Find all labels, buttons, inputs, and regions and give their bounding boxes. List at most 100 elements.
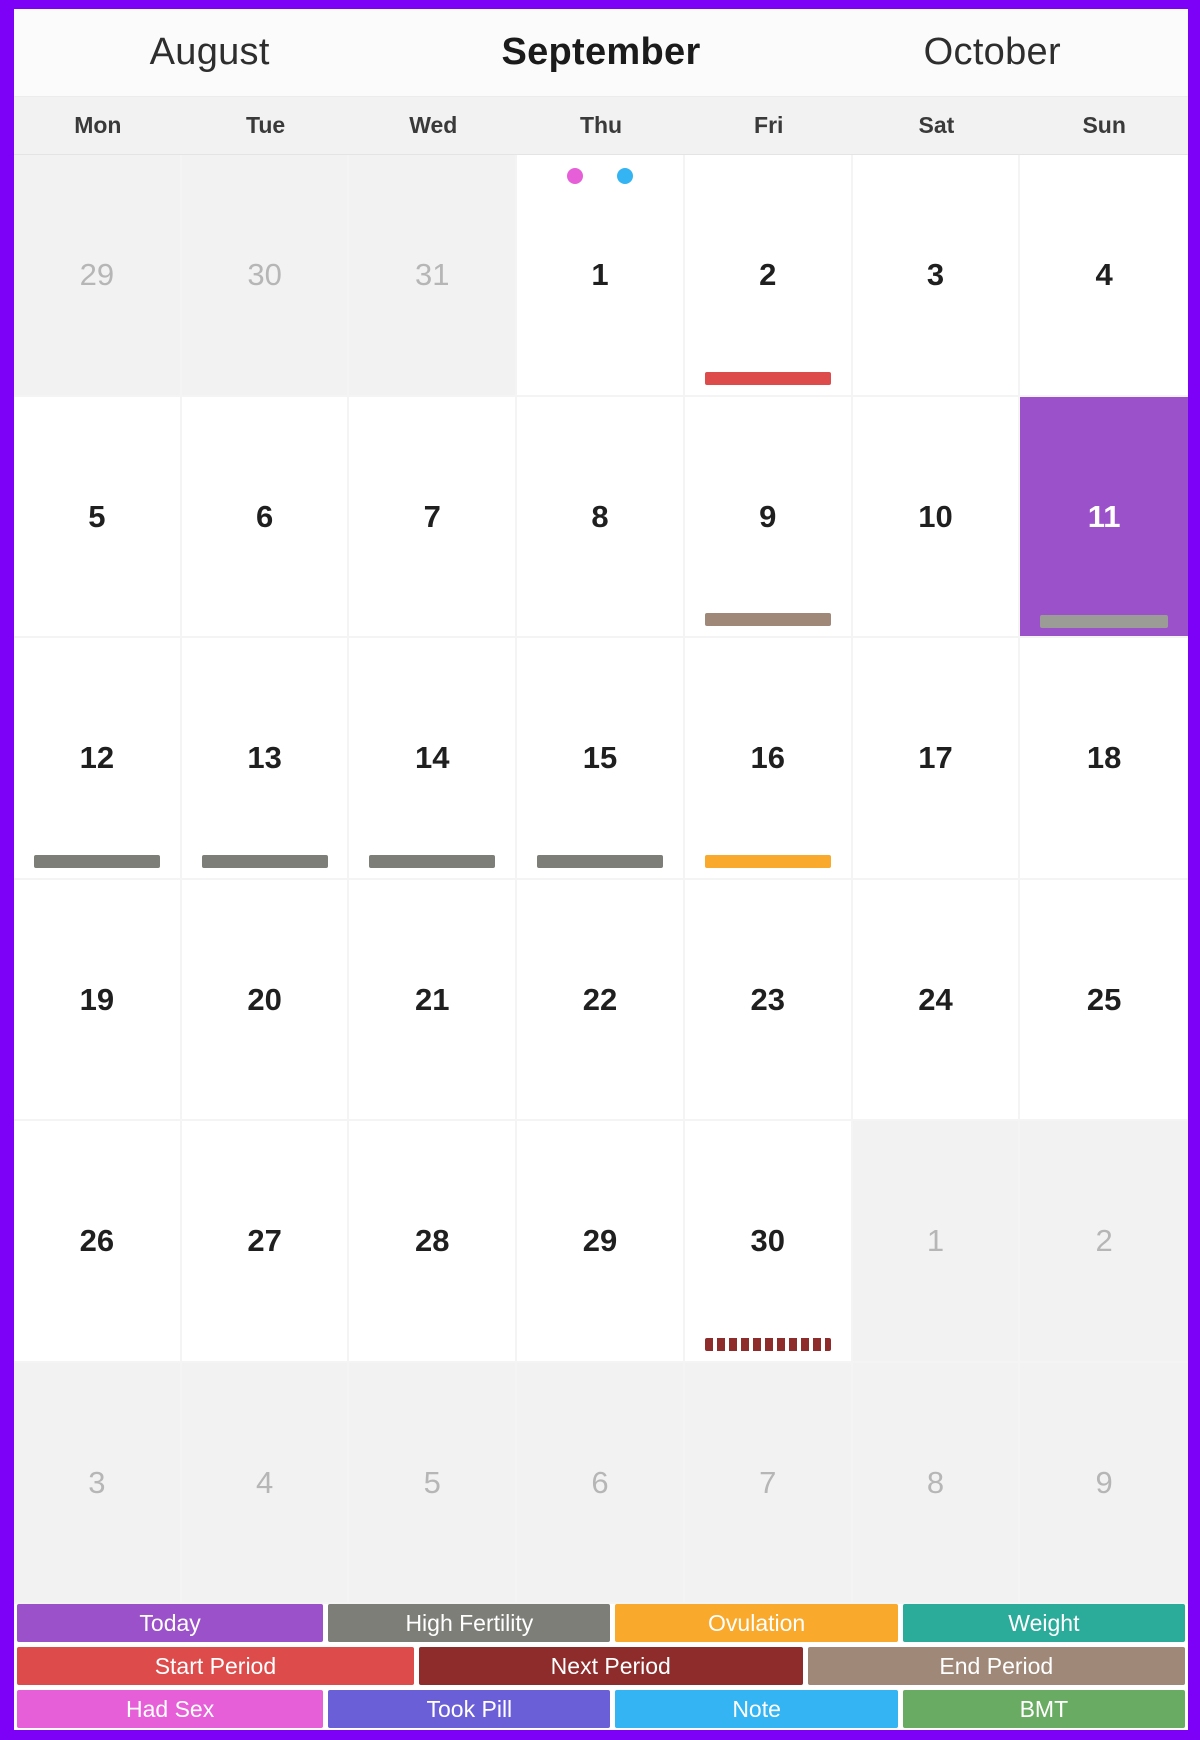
day-cell[interactable]: 26 [14,1121,182,1363]
day-cell[interactable]: 28 [349,1121,518,1363]
day-cell[interactable]: 30 [684,1121,853,1363]
day-cell-today[interactable]: 11 [1020,396,1189,638]
day-number: 8 [591,498,609,534]
legend-chip-next-period[interactable]: Next Period [418,1647,803,1685]
legend-row: Start Period Next Period End Period [14,1647,1188,1685]
day-number: 29 [582,1223,618,1259]
month-label-prev[interactable]: August [14,31,405,74]
day-cell[interactable]: 22 [517,879,685,1121]
day-number: 5 [88,498,106,534]
day-cell[interactable]: 1 [517,155,685,397]
day-event-bar [1040,615,1168,628]
day-cell[interactable]: 3 [14,1362,182,1604]
day-cell[interactable]: 9 [684,396,853,638]
day-number: 3 [926,257,945,293]
day-number: 13 [247,740,282,776]
month-header: August September October [14,9,1188,97]
weekday-header: Mon Tue Wed Thu Fri Sat Sun [14,97,1188,155]
day-number: 28 [415,1223,450,1259]
day-cell[interactable]: 27 [181,1121,350,1363]
day-cell[interactable]: 6 [517,1362,685,1604]
legend-chip-ovulation[interactable]: Ovulation [615,1604,898,1642]
week-row: 12 13 14 15 16 17 18 [14,638,1189,880]
day-event-bar [704,613,831,626]
day-cell[interactable]: 18 [1020,638,1189,880]
legend-chip-end-period[interactable]: End Period [807,1647,1185,1685]
day-number: 3 [88,1464,106,1500]
legend-chip-had-sex[interactable]: Had Sex [17,1690,324,1728]
day-cell[interactable]: 8 [517,396,685,638]
day-cell[interactable]: 17 [852,638,1021,880]
day-number: 18 [1086,740,1122,776]
day-cell[interactable]: 2 [684,155,853,397]
day-number: 10 [918,498,953,534]
day-number: 26 [79,1223,115,1259]
day-cell[interactable]: 8 [852,1362,1021,1604]
day-cell[interactable]: 25 [1020,879,1189,1121]
legend-chip-bmt[interactable]: BMT [902,1690,1186,1728]
day-number: 9 [759,498,777,534]
day-number: 2 [759,257,777,293]
day-number: 5 [423,1464,441,1500]
day-cell[interactable]: 29 [14,155,182,397]
day-cell[interactable]: 4 [181,1362,350,1604]
month-label-current[interactable]: September [405,31,796,74]
day-cell[interactable]: 13 [181,638,350,880]
legend-chip-took-pill[interactable]: Took Pill [328,1690,611,1728]
calendar-app: August September October Mon Tue Wed Thu Fri Sa… [0,0,1200,1740]
day-number: 22 [582,981,618,1017]
day-event-bar [704,1337,831,1351]
day-cell[interactable]: 15 [517,638,685,880]
day-cell[interactable]: 24 [852,879,1021,1121]
week-row: 19 20 21 22 23 24 25 [14,879,1189,1121]
weekday-fri: Fri [754,112,784,138]
day-number: 8 [926,1464,945,1500]
day-cell[interactable]: 4 [1020,155,1189,397]
day-cell[interactable]: 2 [1020,1121,1189,1363]
legend-chip-note[interactable]: Note [615,1690,898,1728]
legend-chip-start-period[interactable]: Start Period [17,1647,414,1685]
day-number: 15 [582,740,618,776]
day-cell[interactable]: 14 [349,638,518,880]
day-event-bar [704,371,831,385]
day-event-bar [704,854,831,868]
day-cell[interactable]: 3 [852,155,1021,397]
day-number: 14 [415,740,450,776]
legend-chip-weight[interactable]: Weight [902,1604,1186,1642]
legend: Today High Fertility Ovulation Weight Start … [14,1604,1188,1730]
day-cell[interactable]: 23 [684,879,853,1121]
day-cell[interactable]: 7 [684,1362,853,1604]
legend-chip-high-fertility[interactable]: High Fertility [328,1604,611,1642]
week-row: 29 30 31 1 2 3 4 [14,155,1189,397]
day-cell[interactable]: 1 [852,1121,1021,1363]
day-cell[interactable]: 20 [181,879,350,1121]
day-cell[interactable]: 10 [852,396,1021,638]
day-cell[interactable]: 31 [349,155,518,397]
weekday-sun: Sun [1082,112,1126,138]
calendar-grid: 29 30 31 1 2 3 4 5 6 7 8 9 10 11 12 13 14 15 16 17 18 19 20 21 2… [14,155,1189,1604]
weekday-mon: Mon [74,112,122,138]
day-number: 6 [255,498,274,534]
day-number: 7 [759,1464,777,1500]
legend-chip-today[interactable]: Today [17,1604,324,1642]
day-cell[interactable]: 9 [1020,1362,1189,1604]
week-row: 26 27 28 29 30 1 2 [14,1121,1189,1363]
day-cell[interactable]: 29 [517,1121,685,1363]
month-label-next[interactable]: October [797,31,1188,74]
day-cell[interactable]: 21 [349,879,518,1121]
day-cell[interactable]: 16 [684,638,853,880]
day-number: 29 [79,257,115,293]
day-cell[interactable]: 5 [349,1362,518,1604]
day-number: 21 [415,981,450,1017]
day-number: 24 [918,981,953,1017]
weekday-wed: Wed [409,112,458,138]
day-cell[interactable]: 30 [181,155,350,397]
day-cell[interactable]: 5 [14,396,182,638]
weekday-thu: Thu [579,112,623,138]
day-cell[interactable]: 6 [181,396,350,638]
week-row: 3 4 5 6 7 8 9 [14,1362,1189,1604]
day-number: 16 [750,740,785,776]
day-cell[interactable]: 12 [14,638,182,880]
day-cell[interactable]: 19 [14,879,182,1121]
day-cell[interactable]: 7 [349,396,518,638]
